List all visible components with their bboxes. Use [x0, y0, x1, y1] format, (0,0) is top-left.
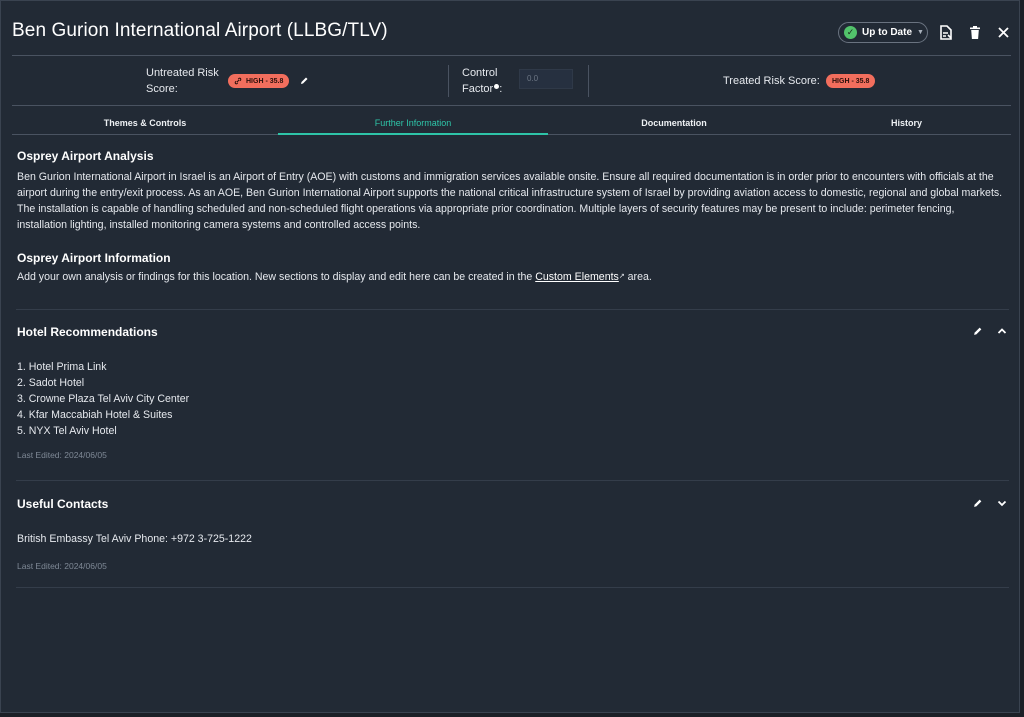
contacts-heading: Useful Contacts: [17, 497, 109, 511]
list-item: 5. NYX Tel Aviv Hotel: [17, 425, 117, 437]
status-dropdown[interactable]: ✓ Up to Date ▼: [838, 22, 928, 43]
page-title: Ben Gurion International Airport (LLBG/T…: [12, 20, 388, 41]
status-label: Up to Date: [862, 27, 912, 38]
contacts-text: British Embassy Tel Aviv Phone: +972 3-7…: [17, 533, 252, 545]
info-icon[interactable]: [494, 84, 500, 89]
score-separator: [588, 65, 589, 97]
delete-button[interactable]: [966, 23, 984, 41]
trash-icon: [970, 25, 980, 39]
tab-bar: Themes & Controls Further Information Do…: [12, 113, 1011, 135]
check-circle-icon: ✓: [844, 26, 857, 39]
chevron-down-icon[interactable]: [997, 498, 1007, 508]
export-icon: [940, 24, 952, 40]
tab-documentation[interactable]: Documentation: [548, 113, 800, 135]
tab-further-information[interactable]: Further Information: [278, 113, 548, 135]
contacts-section-header[interactable]: Useful Contacts: [17, 497, 1007, 531]
analysis-heading: Osprey Airport Analysis: [17, 149, 154, 163]
edit-icon[interactable]: [300, 76, 309, 85]
list-item: 1. Hotel Prima Link: [17, 361, 107, 373]
untreated-risk-badge[interactable]: HIGH - 35.8: [228, 74, 290, 88]
custom-elements-link[interactable]: Custom Elements: [535, 271, 619, 283]
section-divider: [16, 587, 1009, 588]
header-divider: [12, 55, 1011, 56]
close-button[interactable]: [994, 23, 1012, 41]
tab-history[interactable]: History: [800, 113, 1013, 135]
untreated-risk-label: Untreated Risk Score:: [146, 67, 219, 95]
hotels-last-edited: Last Edited: 2024/06/05: [17, 450, 107, 460]
chevron-down-icon: ▼: [917, 29, 924, 36]
list-item: 2. Sadot Hotel: [17, 377, 85, 389]
edit-icon[interactable]: [973, 326, 983, 336]
treated-risk-badge: HIGH - 35.8: [826, 74, 876, 88]
information-text: Add your own analysis or findings for th…: [17, 271, 652, 283]
analysis-text: Ben Gurion International Airport in Isra…: [17, 171, 1003, 231]
title-bar: Ben Gurion International Airport (LLBG/T…: [1, 1, 1019, 55]
location-panel: Ben Gurion International Airport (LLBG/T…: [0, 0, 1020, 713]
hotel-list: 1. Hotel Prima Link 2. Sadot Hotel 3. Cr…: [17, 359, 1007, 439]
hotels-section-header[interactable]: Hotel Recommendations: [17, 325, 1007, 359]
section-divider: [16, 309, 1009, 310]
score-divider: [12, 105, 1011, 106]
section-divider: [16, 480, 1009, 481]
control-factor-input[interactable]: 0.0: [519, 69, 573, 89]
contacts-last-edited: Last Edited: 2024/06/05: [17, 561, 107, 571]
control-factor-label: Control Factor:: [462, 67, 503, 95]
hotels-heading: Hotel Recommendations: [17, 325, 158, 339]
risk-score-bar: Untreated Risk Score: HIGH - 35.8 Contro…: [1, 57, 1019, 105]
treated-risk-label: Treated Risk Score:: [723, 75, 820, 87]
information-heading: Osprey Airport Information: [17, 251, 171, 265]
further-information-content: Osprey Airport Analysis Ben Gurion Inter…: [16, 149, 1009, 588]
close-icon: [997, 26, 1009, 38]
list-item: 3. Crowne Plaza Tel Aviv City Center: [17, 393, 190, 405]
export-button[interactable]: [937, 23, 955, 41]
edit-icon[interactable]: [973, 498, 983, 508]
score-separator: [448, 65, 449, 97]
chevron-up-icon[interactable]: [997, 326, 1007, 336]
link-icon: [234, 77, 242, 85]
list-item: 4. Kfar Maccabiah Hotel & Suites: [17, 409, 173, 421]
tab-themes-controls[interactable]: Themes & Controls: [12, 113, 278, 135]
